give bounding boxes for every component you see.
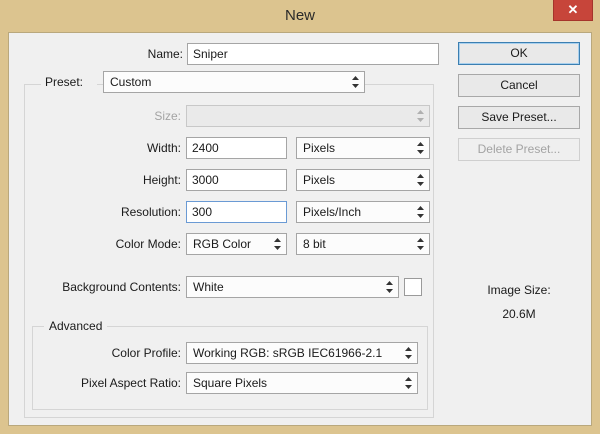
ok-button[interactable]: OK [458,42,580,65]
delete-preset-button[interactable]: Delete Preset... [458,138,580,161]
width-unit-select[interactable]: Pixels [296,137,430,159]
advanced-group [32,326,428,410]
background-color-swatch[interactable] [404,278,422,296]
pixel-aspect-label: Pixel Aspect Ratio: [80,376,181,390]
cancel-button[interactable]: Cancel [458,74,580,97]
image-size-label: Image Size: [487,283,551,297]
resolution-input[interactable]: 300 [186,201,287,223]
title-bar: New ✕ [0,0,600,32]
updown-arrows-icon [417,110,424,122]
window-title: New [284,7,315,24]
height-unit-value: Pixels [303,173,336,187]
updown-arrows-icon [417,142,424,154]
size-select[interactable] [186,105,430,127]
height-input[interactable]: 3000 [186,169,287,191]
updown-arrows-icon [274,238,281,250]
width-label: Width: [146,141,181,155]
width-unit-value: Pixels [303,141,336,155]
close-icon: ✕ [567,2,579,17]
resolution-unit-value: Pixels/Inch [303,205,362,219]
color-mode-label: Color Mode: [115,237,181,251]
color-mode-select[interactable]: RGB Color [186,233,287,255]
size-label: Size: [154,109,181,123]
close-button[interactable]: ✕ [553,0,593,21]
color-profile-value: Working RGB: sRGB IEC61966-2.1 [193,346,383,360]
pixel-aspect-value: Square Pixels [193,376,268,390]
color-profile-label: Color Profile: [111,346,181,360]
updown-arrows-icon [352,76,359,88]
name-input[interactable]: Sniper [187,43,439,65]
preset-select[interactable]: Custom [103,71,365,93]
dialog-body: Name: Sniper Preset: Custom Size: Width:… [8,32,592,426]
background-value: White [193,280,224,294]
color-mode-value: RGB Color [193,237,252,251]
pixel-aspect-select[interactable]: Square Pixels [186,372,418,394]
height-label: Height: [142,173,181,187]
background-select[interactable]: White [186,276,399,298]
preset-label: Preset: [41,70,97,94]
resolution-label: Resolution: [120,205,181,219]
updown-arrows-icon [417,206,424,218]
bit-depth-select[interactable]: 8 bit [296,233,430,255]
resolution-unit-select[interactable]: Pixels/Inch [296,201,430,223]
name-label: Name: [147,47,183,61]
background-label: Background Contents: [62,280,181,294]
preset-value: Custom [110,75,152,89]
width-input[interactable]: 2400 [186,137,287,159]
updown-arrows-icon [386,281,393,293]
updown-arrows-icon [405,347,412,359]
advanced-legend: Advanced [44,319,108,333]
bit-depth-value: 8 bit [303,237,326,251]
image-size-value: 20.6M [502,307,536,321]
updown-arrows-icon [417,174,424,186]
height-unit-select[interactable]: Pixels [296,169,430,191]
save-preset-button[interactable]: Save Preset... [458,106,580,129]
updown-arrows-icon [417,238,424,250]
updown-arrows-icon [405,377,412,389]
color-profile-select[interactable]: Working RGB: sRGB IEC61966-2.1 [186,342,418,364]
